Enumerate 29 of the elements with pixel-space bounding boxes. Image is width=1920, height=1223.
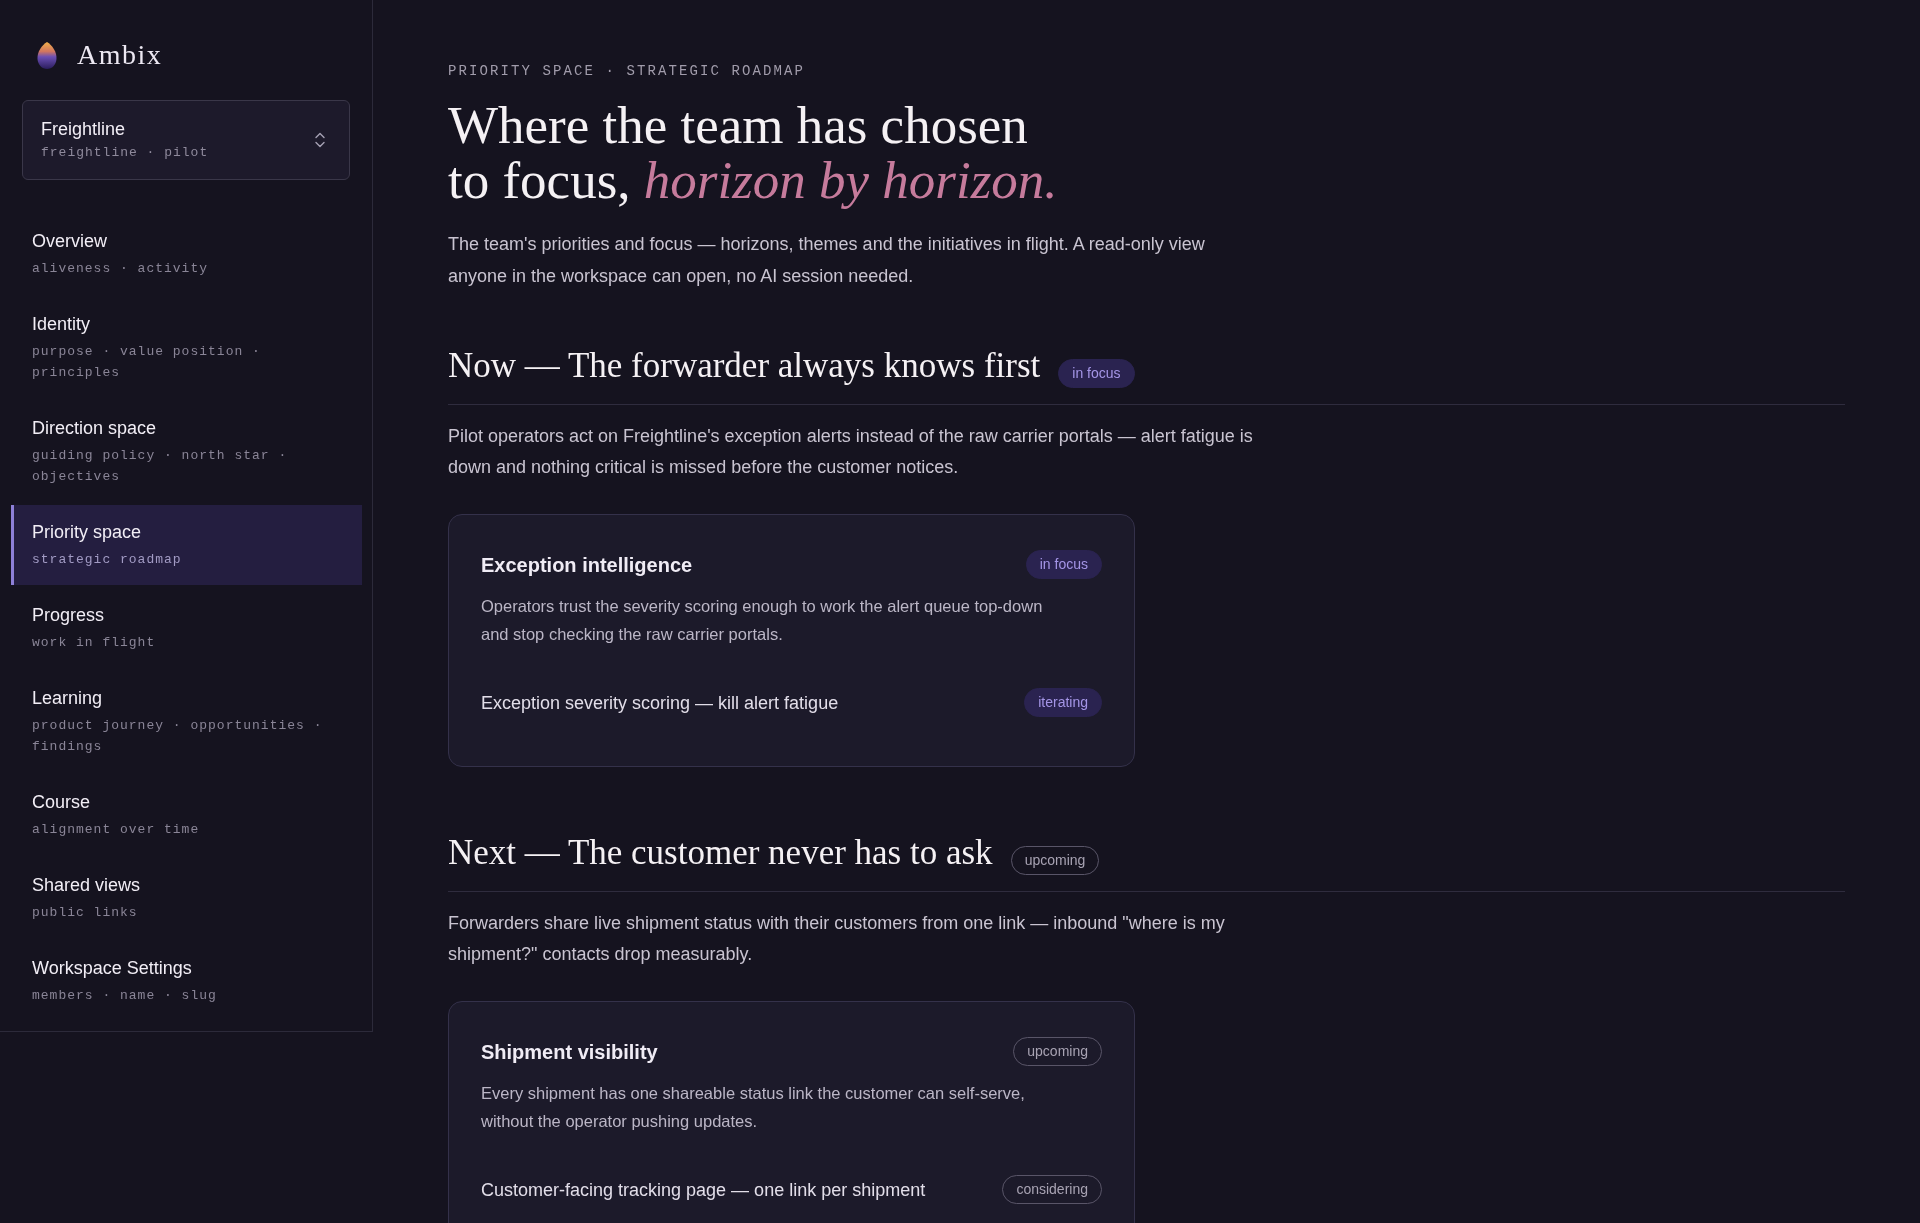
section-description: Forwarders share live shipment status with their customers from one link — inbound "where is my shipment?" contacts drop measurably. — [448, 912, 1226, 966]
nav-item[interactable]: Direction space guiding policy · north star · objectives — [11, 401, 362, 502]
intro-text: The team's priorities and focus — horizons, themes and the initiatives in flight. A read-only view anyone in the workspace can open, no AI session needed. — [448, 233, 1206, 288]
nav-item[interactable]: Workspace Settings members · name · slug — [11, 941, 362, 1021]
card-description: Every shipment has one shareable status link the customer can self-serve, without the operator pushing updates. — [481, 1083, 1026, 1132]
chevron-up-down-icon — [315, 132, 325, 148]
initiative-title: Customer-facing tracking page — one link per shipment — [481, 1178, 926, 1202]
status-pill: iterating — [1024, 688, 1102, 717]
section-heading: Now — The forwarder always knows first — [448, 345, 1041, 387]
app-name: Ambix — [77, 38, 163, 72]
section-heading: Next — The customer never has to ask — [448, 832, 993, 874]
page-title: Where the team has chosen to focus, horizon by horizon. — [448, 98, 1058, 208]
section-description: Pilot operators act on Freightline's exception alerts instead of the raw carrier portals — alert fatigue is down and nothing critical is missed before the customer notices. — [448, 425, 1254, 479]
status-pill: in focus — [1058, 359, 1135, 388]
nav-item[interactable]: Learning product journey · opportunities · findings — [11, 671, 362, 772]
initiative-title: Exception severity scoring — kill alert fatigue — [481, 691, 839, 715]
nav-item[interactable]: Progress work in flight — [11, 588, 362, 668]
status-pill: in focus — [1025, 550, 1102, 579]
card-title: Shipment visibility — [481, 1039, 658, 1065]
card-description: Operators trust the severity scoring enough to work the alert queue top-down and stop checking the raw carrier portals. — [481, 596, 1044, 645]
logo-icon — [37, 41, 57, 69]
card-title: Exception intelligence — [481, 552, 693, 578]
nav-item[interactable]: Identity purpose · value position · principles — [11, 297, 362, 398]
workspace-switcher[interactable]: Freightline freightline · pilot — [22, 100, 350, 180]
nav-item[interactable]: Course alignment over time — [11, 775, 362, 855]
nav-item[interactable]: Overview aliveness · activity — [11, 214, 362, 294]
nav-item[interactable]: Priority space strategic roadmap — [11, 505, 362, 585]
nav-item[interactable]: Shared views public links — [11, 858, 362, 938]
breadcrumb: PRIORITY SPACE · STRATEGIC ROADMAP — [448, 62, 807, 80]
